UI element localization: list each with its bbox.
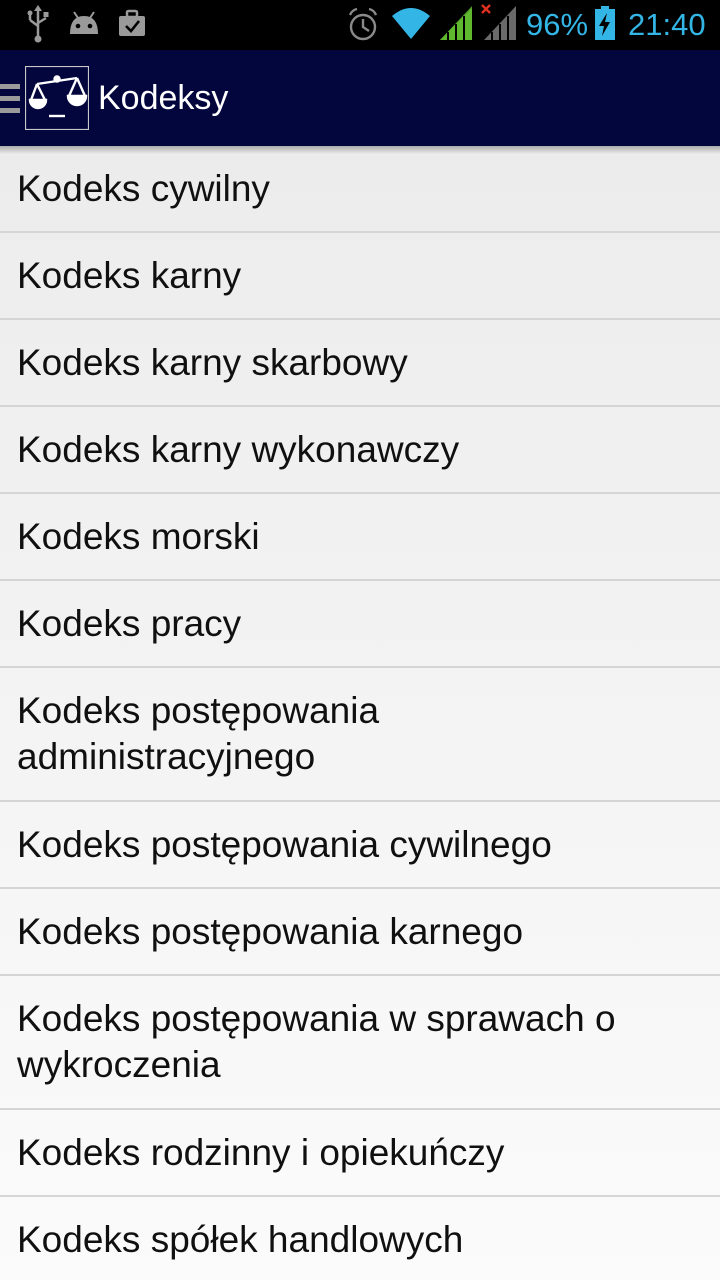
list-item-kodeks-karny-wykonawczy[interactable]: Kodeks karny wykonawczy	[0, 407, 720, 494]
list-item-label: Kodeks karny wykonawczy	[17, 428, 460, 470]
list-item-label: Kodeks postępowania w sprawach o wykrocz…	[17, 998, 616, 1085]
list-item-kpa[interactable]: Kodeks postępowania administracyjnego	[0, 668, 720, 802]
list-item-kodeks-karny-skarbowy[interactable]: Kodeks karny skarbowy	[0, 320, 720, 407]
list-item-label: Kodeks cywilny	[17, 167, 270, 209]
list-item-label: Kodeks postępowania administracyjnego	[17, 690, 380, 777]
battery-charging-icon	[595, 6, 615, 40]
code-list: Kodeks cywilny Kodeks karny Kodeks karny…	[0, 146, 720, 1280]
list-item-label: Kodeks postępowania cywilnego	[17, 823, 552, 865]
list-item-kpc[interactable]: Kodeks postępowania cywilnego	[0, 802, 720, 889]
battery-percent: 96%	[526, 7, 589, 42]
list-item-kodeks-morski[interactable]: Kodeks morski	[0, 494, 720, 581]
android-debug-icon	[70, 11, 98, 34]
list-item-kodeks-cywilny[interactable]: Kodeks cywilny	[0, 146, 720, 233]
list-item-label: Kodeks postępowania karnego	[17, 910, 524, 952]
list-item-kpk[interactable]: Kodeks postępowania karnego	[0, 889, 720, 976]
drawer-menu-icon[interactable]	[0, 82, 20, 116]
list-item-label: Kodeks spółek handlowych	[17, 1218, 464, 1260]
list-item-ksh[interactable]: Kodeks spółek handlowych	[0, 1197, 720, 1280]
alarm-icon	[348, 7, 378, 41]
clock: 21:40	[628, 7, 706, 42]
list-item-kodeks-karny[interactable]: Kodeks karny	[0, 233, 720, 320]
app-title: Kodeksy	[98, 79, 229, 117]
action-bar: Kodeksy	[0, 50, 720, 146]
scales-of-justice-icon[interactable]	[25, 66, 89, 130]
list-item-label: Kodeks pracy	[17, 602, 242, 644]
signal-no-sim-icon	[481, 4, 516, 40]
list-item-kodeks-rodzinny[interactable]: Kodeks rodzinny i opiekuńczy	[0, 1110, 720, 1197]
signal-icon	[440, 6, 472, 40]
list-item-label: Kodeks morski	[17, 515, 260, 557]
list-item-kpw[interactable]: Kodeks postępowania w sprawach o wykrocz…	[0, 976, 720, 1110]
status-bar: 96% 21:40	[0, 0, 720, 50]
list-item-label: Kodeks rodzinny i opiekuńczy	[17, 1131, 505, 1173]
list-item-label: Kodeks karny skarbowy	[17, 341, 408, 383]
usb-icon	[27, 5, 49, 43]
list-item-kodeks-pracy[interactable]: Kodeks pracy	[0, 581, 720, 668]
wifi-icon	[392, 8, 430, 39]
list-item-label: Kodeks karny	[17, 254, 242, 296]
briefcase-icon	[119, 9, 145, 36]
